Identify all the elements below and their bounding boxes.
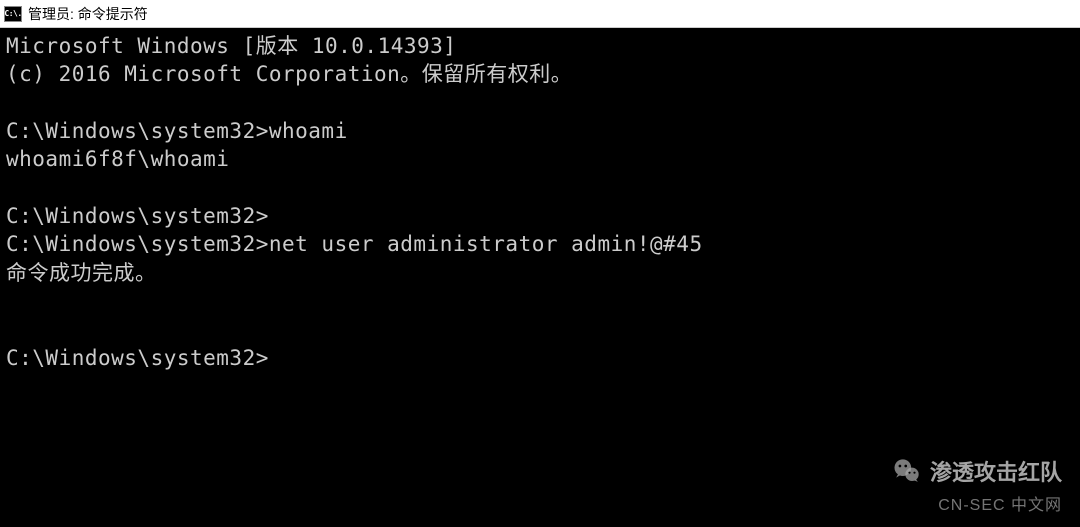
title-bar: C:\. 管理员: 命令提示符 <box>0 0 1080 28</box>
watermark-subtitle: CN-SEC 中文网 <box>938 491 1062 515</box>
terminal-output[interactable]: Microsoft Windows [版本 10.0.14393] (c) 20… <box>0 28 1080 376</box>
watermark-title: 渗透攻击红队 <box>930 455 1062 487</box>
watermark-top: 渗透攻击红队 <box>892 455 1062 487</box>
wechat-icon <box>892 456 922 486</box>
window-title: 管理员: 命令提示符 <box>28 4 148 24</box>
cmd-icon: C:\. <box>4 6 22 22</box>
watermark: 渗透攻击红队 CN-SEC 中文网 <box>892 455 1062 515</box>
